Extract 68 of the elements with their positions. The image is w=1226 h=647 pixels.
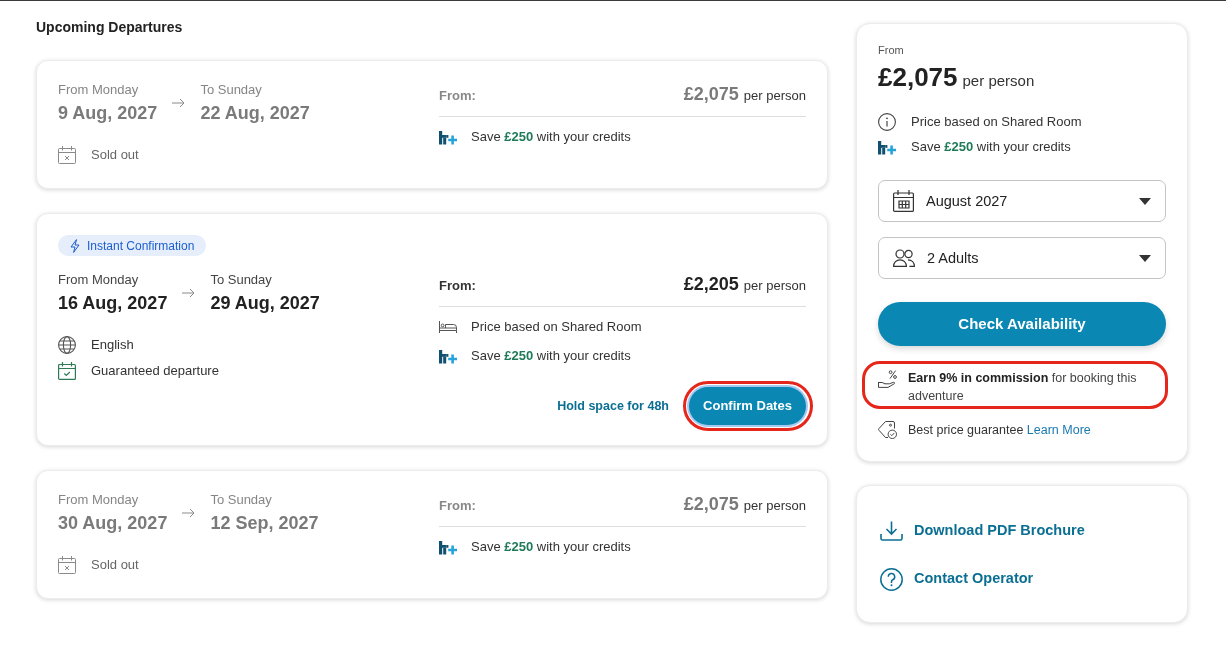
hold-space-link[interactable]: Hold space for 48h bbox=[557, 398, 669, 414]
month-select[interactable]: August 2027 bbox=[878, 180, 1166, 222]
per-person-label: per person bbox=[743, 278, 806, 294]
lightning-icon bbox=[70, 238, 80, 253]
download-icon bbox=[880, 521, 903, 541]
credits-text: Save £250 with your credits bbox=[471, 128, 631, 146]
end-day-label: To Sunday bbox=[200, 82, 263, 98]
credits-logo-icon bbox=[878, 139, 896, 155]
guarantee-text: Best price guarantee Learn More bbox=[908, 421, 1091, 439]
room-basis-text: Price based on Shared Room bbox=[471, 318, 642, 336]
credits-logo-icon bbox=[439, 539, 457, 555]
from-label: From: bbox=[439, 88, 476, 104]
end-day-label: To Sunday bbox=[210, 492, 273, 508]
credits-text: Save £250 with your credits bbox=[471, 538, 631, 556]
check-availability-button[interactable]: Check Availability bbox=[878, 302, 1166, 346]
help-icon bbox=[880, 567, 903, 591]
from-label: From bbox=[878, 43, 904, 57]
price-text: £2,075 bbox=[878, 61, 958, 93]
travellers-select[interactable]: 2 Adults bbox=[878, 237, 1166, 279]
start-day-label: From Monday bbox=[58, 82, 140, 98]
sold-out-label: Sold out bbox=[91, 556, 139, 574]
start-day-label: From Monday bbox=[58, 492, 140, 508]
arrow-right-icon bbox=[172, 98, 186, 108]
calendar-x-icon bbox=[58, 146, 76, 164]
end-date: 29 Aug, 2027 bbox=[210, 292, 320, 314]
start-day-label: From Monday bbox=[58, 272, 140, 288]
confirm-dates-button[interactable]: Confirm Dates bbox=[689, 387, 806, 425]
hand-percent-icon bbox=[878, 370, 897, 388]
start-date: 16 Aug, 2027 bbox=[58, 292, 168, 314]
start-date: 9 Aug, 2027 bbox=[58, 102, 158, 124]
calendar-icon bbox=[893, 190, 914, 212]
start-date: 30 Aug, 2027 bbox=[58, 512, 168, 534]
contact-operator-link[interactable]: Contact Operator bbox=[880, 567, 1034, 591]
guarantee-label: Guaranteed departure bbox=[91, 362, 219, 380]
per-person-label: per person bbox=[743, 498, 806, 514]
caret-down-icon bbox=[1139, 254, 1151, 262]
per-person-label: per person bbox=[743, 88, 806, 104]
download-brochure-link[interactable]: Download PDF Brochure bbox=[880, 519, 1085, 543]
credits-text: Save £250 with your credits bbox=[911, 138, 1071, 156]
learn-more-link[interactable]: Learn More bbox=[1026, 422, 1091, 437]
end-day-label: To Sunday bbox=[210, 272, 273, 288]
badge-label: Instant Confirmation bbox=[87, 238, 195, 253]
section-heading: Upcoming Departures bbox=[36, 18, 183, 36]
from-label: From: bbox=[439, 498, 476, 514]
price-text: £2,205 bbox=[683, 273, 739, 296]
sold-out-label: Sold out bbox=[91, 146, 139, 164]
room-basis-text: Price based on Shared Room bbox=[911, 113, 1082, 131]
calendar-x-icon bbox=[58, 556, 76, 574]
language-label: English bbox=[91, 336, 134, 354]
bed-icon bbox=[439, 321, 457, 333]
from-label: From: bbox=[439, 278, 476, 294]
credits-logo-icon bbox=[439, 129, 457, 145]
arrow-right-icon bbox=[182, 508, 196, 518]
credits-text: Save £250 with your credits bbox=[471, 347, 631, 365]
commission-text: Earn 9% in commission for booking this adventure bbox=[908, 370, 1138, 405]
end-date: 12 Sep, 2027 bbox=[210, 512, 319, 534]
calendar-check-icon bbox=[58, 362, 76, 380]
globe-icon bbox=[58, 336, 76, 354]
credits-logo-icon bbox=[439, 348, 457, 364]
price-text: £2,075 bbox=[683, 493, 739, 516]
info-icon bbox=[878, 113, 896, 131]
end-date: 22 Aug, 2027 bbox=[200, 102, 310, 124]
people-icon bbox=[893, 249, 915, 267]
caret-down-icon bbox=[1139, 197, 1151, 205]
per-person-label: per person bbox=[962, 72, 1035, 90]
price-text: £2,075 bbox=[683, 83, 739, 106]
price-tag-check-icon bbox=[878, 420, 897, 439]
arrow-right-icon bbox=[182, 288, 196, 298]
